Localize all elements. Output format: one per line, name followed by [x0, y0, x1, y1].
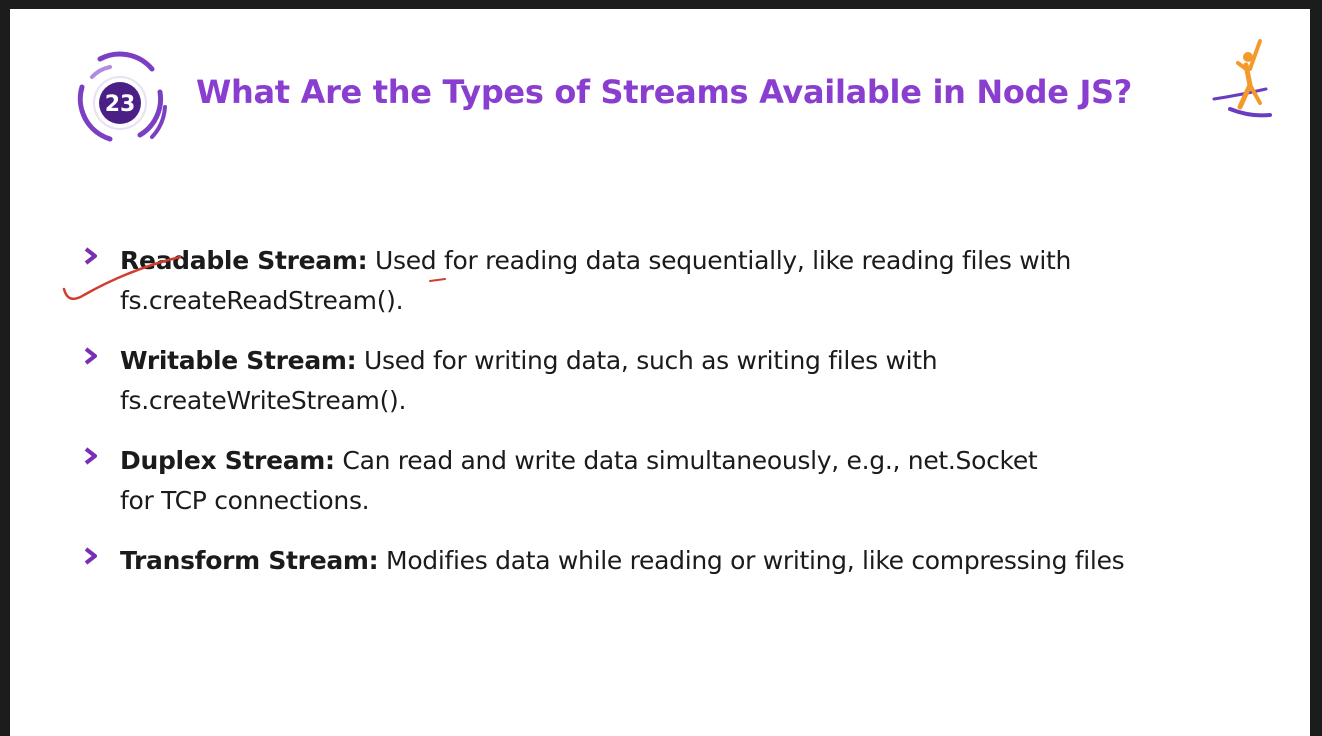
list-item: Duplex Stream: Can read and write data s…: [82, 441, 1282, 521]
list-item: Readable Stream: Used for reading data s…: [82, 241, 1282, 321]
item-term: Writable Stream:: [120, 346, 357, 375]
item-desc: Used for reading data sequentially, like…: [374, 246, 1072, 275]
item-desc-cont: fs.createWriteStream().: [120, 386, 407, 415]
item-desc-cont: fs.createReadStream().: [120, 286, 404, 315]
list-item: Transform Stream: Modifies data while re…: [82, 541, 1282, 581]
chevron-right-icon: [84, 247, 97, 265]
bullet-list: Readable Stream: Used for reading data s…: [82, 241, 1282, 601]
item-text: Transform Stream: Modifies data while re…: [120, 541, 1282, 581]
item-desc: Used for writing data, such as writing f…: [364, 346, 938, 375]
item-text: Duplex Stream: Can read and write data s…: [120, 441, 1282, 521]
badge-number: 23: [105, 92, 136, 117]
chevron-right-icon: [84, 347, 97, 365]
slide-title: What Are the Types of Streams Available …: [196, 73, 1133, 111]
chevron-right-icon: [84, 447, 97, 465]
item-text: Readable Stream: Used for reading data s…: [120, 241, 1282, 321]
item-term: Duplex Stream:: [120, 446, 335, 475]
item-desc: Can read and write data simultaneously, …: [342, 446, 1038, 475]
item-term: Transform Stream:: [120, 546, 379, 575]
number-badge-icon: 23: [77, 51, 167, 142]
item-desc-cont: for TCP connections.: [120, 486, 370, 515]
slide: 23 What Are the Types of Streams Availab…: [10, 9, 1310, 736]
list-item: Writable Stream: Used for writing data, …: [82, 341, 1282, 421]
item-text: Writable Stream: Used for writing data, …: [120, 341, 1282, 421]
jumping-person-logo-icon: [1212, 39, 1272, 118]
chevron-right-icon: [84, 547, 97, 565]
item-term: Readable Stream:: [120, 246, 368, 275]
item-desc: Modifies data while reading or writing, …: [386, 546, 1125, 575]
